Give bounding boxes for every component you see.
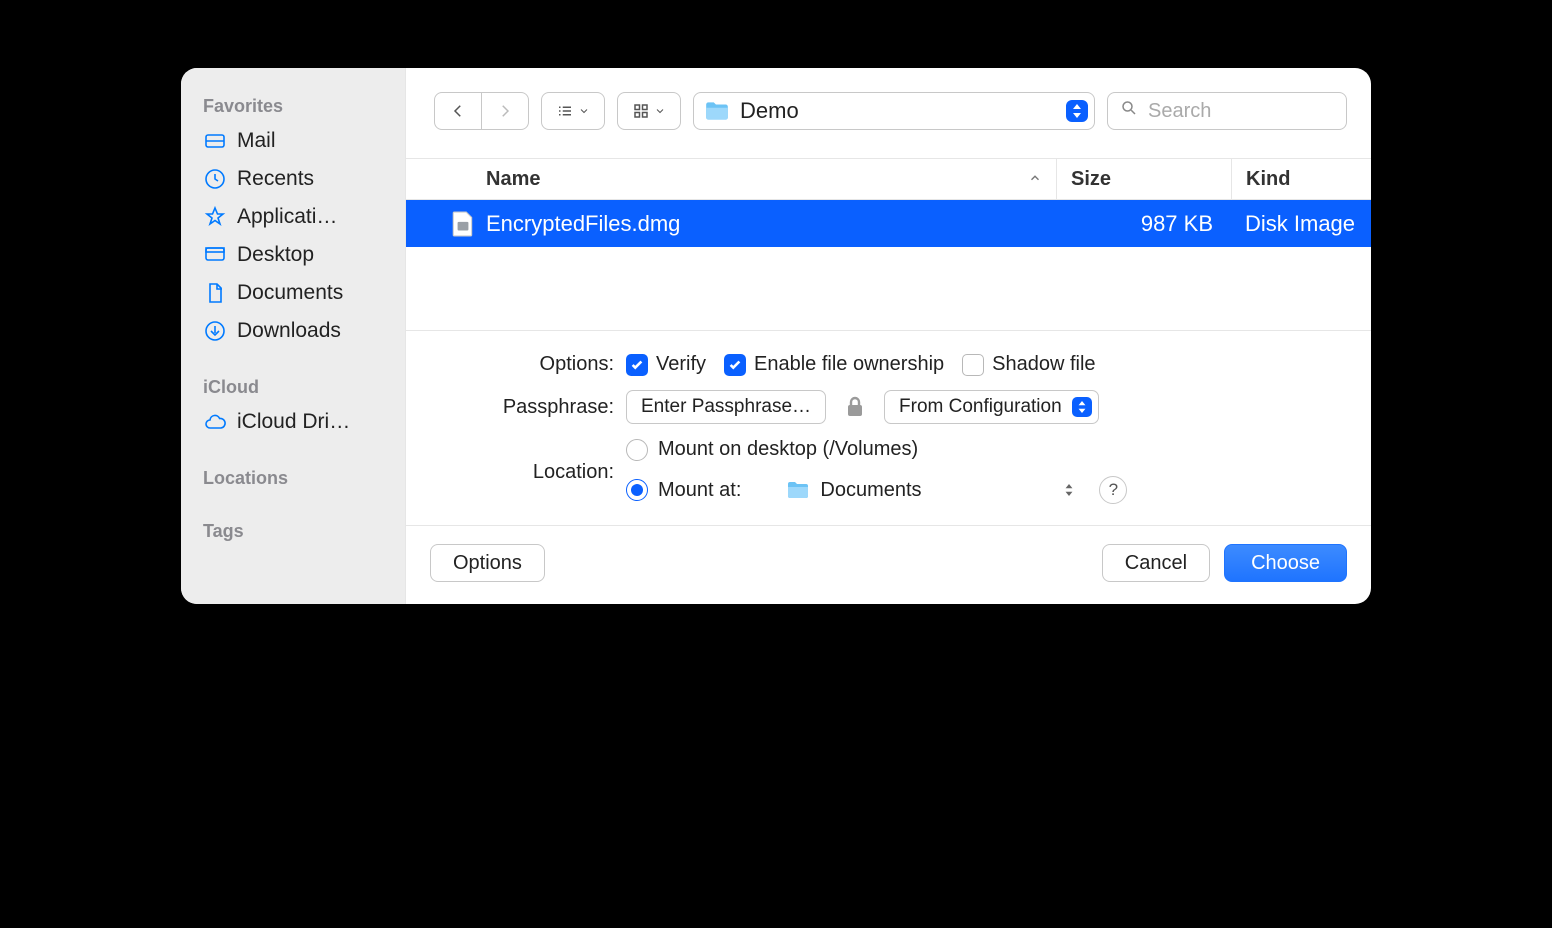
updown-icon bbox=[1066, 100, 1088, 122]
sidebar-item-label: Applicati… bbox=[237, 205, 337, 229]
search-input[interactable] bbox=[1146, 99, 1371, 124]
sidebar-item-label: Downloads bbox=[237, 319, 341, 343]
updown-icon bbox=[1072, 397, 1092, 417]
sidebar-item-label: Recents bbox=[237, 167, 314, 191]
apps-icon bbox=[203, 205, 227, 229]
view-grid-button[interactable] bbox=[617, 92, 681, 130]
location-label: Location: bbox=[446, 461, 626, 484]
sidebar-item-downloads[interactable]: Downloads bbox=[193, 315, 393, 347]
sidebar-item-mail[interactable]: Mail bbox=[193, 125, 393, 157]
clock-icon bbox=[203, 167, 227, 191]
forward-button[interactable] bbox=[482, 92, 529, 130]
desktop-icon bbox=[203, 243, 227, 267]
main-panel: Demo Name Size Kind bbox=[406, 68, 1371, 604]
sidebar-item-icloud-drive[interactable]: iCloud Dri… bbox=[193, 406, 393, 438]
view-list-button[interactable] bbox=[541, 92, 605, 130]
popup-value: From Configuration bbox=[899, 396, 1062, 418]
checkbox-label: Verify bbox=[656, 353, 706, 376]
search-icon bbox=[1120, 99, 1138, 123]
radio-mount-at[interactable]: Mount at: bbox=[626, 479, 741, 502]
sidebar-item-documents[interactable]: Documents bbox=[193, 277, 393, 309]
file-list: EncryptedFiles.dmg 987 KB Disk Image bbox=[406, 200, 1371, 330]
cancel-button[interactable]: Cancel bbox=[1102, 544, 1210, 582]
download-icon bbox=[203, 319, 227, 343]
sidebar-section-icloud: iCloud bbox=[193, 373, 393, 400]
sidebar-item-recents[interactable]: Recents bbox=[193, 163, 393, 195]
passphrase-source-popup[interactable]: From Configuration bbox=[884, 390, 1099, 424]
back-button[interactable] bbox=[434, 92, 482, 130]
sidebar: Favorites Mail Recents Applicati… Deskto… bbox=[181, 68, 406, 604]
updown-icon bbox=[1064, 484, 1074, 496]
options-label: Options: bbox=[446, 353, 626, 376]
checkbox-shadow[interactable]: Shadow file bbox=[962, 353, 1095, 376]
checkbox-verify[interactable]: Verify bbox=[626, 353, 706, 376]
checkbox-label: Shadow file bbox=[992, 353, 1095, 376]
radio-icon bbox=[626, 479, 648, 501]
sidebar-item-desktop[interactable]: Desktop bbox=[193, 239, 393, 271]
checkbox-icon bbox=[724, 354, 746, 376]
tray-icon bbox=[203, 129, 227, 153]
sidebar-section-favorites: Favorites bbox=[193, 92, 393, 119]
cloud-icon bbox=[203, 410, 227, 434]
radio-icon bbox=[626, 439, 648, 461]
path-popup[interactable]: Demo bbox=[693, 92, 1095, 130]
folder-icon bbox=[704, 100, 730, 122]
toolbar: Demo bbox=[406, 68, 1371, 136]
radio-label: Mount on desktop (/Volumes) bbox=[658, 438, 918, 461]
column-headers: Name Size Kind bbox=[406, 158, 1371, 200]
open-panel: Favorites Mail Recents Applicati… Deskto… bbox=[181, 68, 1371, 604]
mount-location-popup[interactable]: Documents bbox=[775, 473, 1085, 507]
column-size-label: Size bbox=[1071, 168, 1111, 191]
radio-mount-desktop[interactable]: Mount on desktop (/Volumes) bbox=[626, 438, 918, 461]
file-name: EncryptedFiles.dmg bbox=[486, 211, 680, 237]
column-kind[interactable]: Kind bbox=[1231, 159, 1371, 199]
checkbox-icon bbox=[626, 354, 648, 376]
column-name-label: Name bbox=[486, 168, 540, 191]
document-icon bbox=[203, 281, 227, 305]
passphrase-label: Passphrase: bbox=[446, 396, 626, 419]
lock-icon bbox=[844, 395, 866, 419]
dmg-file-icon bbox=[452, 211, 474, 237]
column-name[interactable]: Name bbox=[406, 168, 1056, 191]
file-size: 987 KB bbox=[1056, 211, 1231, 237]
radio-label: Mount at: bbox=[658, 479, 741, 502]
choose-button[interactable]: Choose bbox=[1224, 544, 1347, 582]
footer: Options Cancel Choose bbox=[406, 525, 1371, 604]
folder-icon bbox=[786, 480, 810, 500]
enter-passphrase-button[interactable]: Enter Passphrase… bbox=[626, 390, 826, 424]
popup-value: Documents bbox=[820, 479, 921, 502]
column-size[interactable]: Size bbox=[1056, 159, 1231, 199]
sidebar-item-applications[interactable]: Applicati… bbox=[193, 201, 393, 233]
nav-buttons bbox=[434, 92, 529, 130]
sidebar-item-label: Desktop bbox=[237, 243, 314, 267]
sidebar-section-tags: Tags bbox=[193, 517, 393, 544]
list-item[interactable]: EncryptedFiles.dmg 987 KB Disk Image bbox=[406, 200, 1371, 247]
options-button[interactable]: Options bbox=[430, 544, 545, 582]
sidebar-item-label: Documents bbox=[237, 281, 343, 305]
sidebar-item-label: Mail bbox=[237, 129, 276, 153]
sidebar-section-locations: Locations bbox=[193, 464, 393, 491]
search-field[interactable] bbox=[1107, 92, 1347, 130]
sidebar-item-label: iCloud Dri… bbox=[237, 410, 350, 434]
help-button[interactable]: ? bbox=[1099, 476, 1127, 504]
column-kind-label: Kind bbox=[1246, 168, 1290, 191]
sort-ascending-icon bbox=[1028, 168, 1042, 191]
path-label: Demo bbox=[740, 98, 1056, 124]
checkbox-ownership[interactable]: Enable file ownership bbox=[724, 353, 944, 376]
checkbox-icon bbox=[962, 354, 984, 376]
options-panel: Options: Verify Enable file ownership Sh… bbox=[406, 330, 1371, 525]
checkbox-label: Enable file ownership bbox=[754, 353, 944, 376]
file-kind: Disk Image bbox=[1231, 211, 1371, 237]
